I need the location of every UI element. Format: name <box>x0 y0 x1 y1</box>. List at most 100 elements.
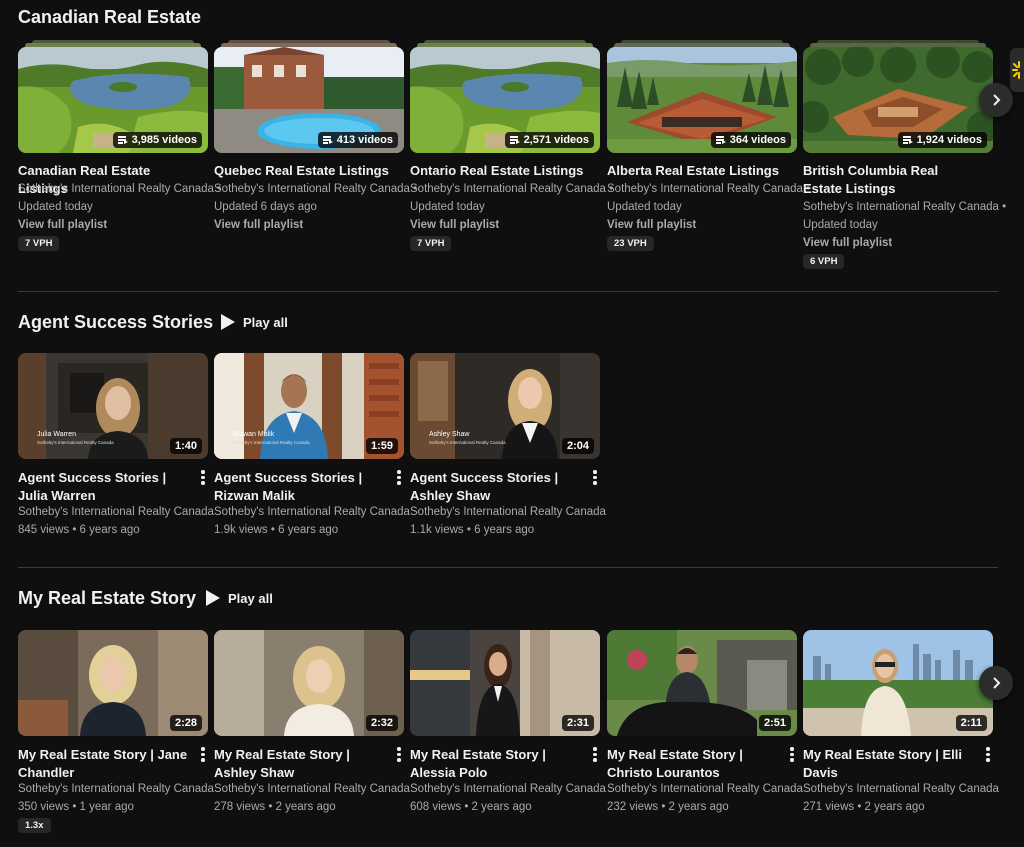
video-thumbnail[interactable]: 2:32 <box>214 630 404 736</box>
video-count-badge: 1,924 videos <box>897 132 987 148</box>
view-full-playlist-link[interactable]: View full playlist <box>18 216 107 234</box>
playlist-icon <box>902 136 913 144</box>
playlist-card[interactable]: 3,985 videos Canadian Real Estate Listin… <box>18 40 221 251</box>
channel-name[interactable]: Sotheby's International Realty Canada <box>18 503 214 521</box>
playlist-icon <box>322 136 333 144</box>
video-thumbnail[interactable]: 2:31 <box>410 630 600 736</box>
video-count-badge: 413 videos <box>317 132 398 148</box>
vph-badge: 1.3x <box>18 818 51 833</box>
view-full-playlist-link[interactable]: View full playlist <box>803 234 892 252</box>
view-full-playlist-link[interactable]: View full playlist <box>607 216 696 234</box>
playlist-icon <box>117 136 128 144</box>
playlist-card[interactable]: 364 videos Alberta Real Estate Listings … <box>607 40 810 251</box>
section-divider <box>18 567 998 568</box>
playlist-card[interactable]: 413 videos Quebec Real Estate Listings S… <box>214 40 417 231</box>
view-full-playlist-link[interactable]: View full playlist <box>410 216 499 234</box>
play-icon <box>206 590 220 606</box>
video-thumbnail[interactable]: 2:11 <box>803 630 993 736</box>
playlist-thumbnail[interactable]: 3,985 videos <box>18 47 208 153</box>
video-stats: 1.9k views • 6 years ago <box>214 524 339 536</box>
updated-text: Updated today <box>410 201 485 213</box>
view-full-playlist-link[interactable]: View full playlist <box>214 216 303 234</box>
video-title[interactable]: My Real Estate Story | Alessia Polo <box>410 746 586 782</box>
video-stats: 845 views • 6 years ago <box>18 524 140 536</box>
channel-name[interactable]: Sotheby's International Realty Canada <box>214 780 410 798</box>
name-overlay: Ashley Shaw Sotheby's International Real… <box>429 431 506 445</box>
duration-badge: 2:31 <box>561 715 594 731</box>
video-card[interactable]: Ashley Shaw Sotheby's International Real… <box>410 353 606 536</box>
video-title[interactable]: Agent Success Stories | Rizwan Malik <box>214 469 390 505</box>
channel-name[interactable]: Sotheby's International Realty Canada <box>607 780 803 798</box>
video-title[interactable]: Agent Success Stories | Ashley Shaw <box>410 469 586 505</box>
channel-name[interactable]: Sotheby's International Realty Canada • <box>410 180 613 198</box>
video-card[interactable]: Julia Warren Sotheby's International Rea… <box>18 353 214 536</box>
playlist-title[interactable]: British Columbia Real Estate Listings <box>803 162 979 198</box>
video-card[interactable]: Rizwan Malik Sotheby's International Rea… <box>214 353 410 536</box>
video-thumbnail[interactable]: Ashley Shaw Sotheby's International Real… <box>410 353 600 459</box>
more-vert-icon[interactable] <box>396 469 402 485</box>
video-stats: 232 views • 2 years ago <box>607 801 729 813</box>
channel-name[interactable]: Sotheby's International Realty Canada <box>803 780 999 798</box>
video-card[interactable]: 2:11 My Real Estate Story | Elli Davis S… <box>803 630 999 813</box>
video-card[interactable]: 2:32 My Real Estate Story | Ashley Shaw … <box>214 630 410 813</box>
video-stats: 271 views • 2 years ago <box>803 801 925 813</box>
updated-text: Updated 6 days ago <box>214 201 317 213</box>
playlist-thumbnail[interactable]: 364 videos <box>607 47 797 153</box>
video-card[interactable]: 2:31 My Real Estate Story | Alessia Polo… <box>410 630 606 813</box>
video-title[interactable]: My Real Estate Story | Christo Lourantos <box>607 746 783 782</box>
video-thumbnail[interactable]: Julia Warren Sotheby's International Rea… <box>18 353 208 459</box>
more-vert-icon[interactable] <box>200 469 206 485</box>
channel-name[interactable]: Sotheby's International Realty Canada • <box>18 180 221 198</box>
channel-name[interactable]: Sotheby's International Realty Canada • <box>607 180 810 198</box>
channel-name[interactable]: Sotheby's International Realty Canada <box>214 503 410 521</box>
play-all-label: Play all <box>243 314 288 330</box>
playlist-title[interactable]: Ontario Real Estate Listings <box>410 162 586 180</box>
channel-name[interactable]: Sotheby's International Realty Canada <box>410 503 606 521</box>
next-button[interactable] <box>979 83 1013 117</box>
more-vert-icon[interactable] <box>396 746 402 762</box>
more-vert-icon[interactable] <box>985 746 991 762</box>
playlist-title[interactable]: Quebec Real Estate Listings <box>214 162 390 180</box>
playlist-thumbnail[interactable]: 1,924 videos <box>803 47 993 153</box>
playlist-title[interactable]: Alberta Real Estate Listings <box>607 162 783 180</box>
channel-name[interactable]: Sotheby's International Realty Canada <box>18 780 214 798</box>
playlist-thumbnail[interactable]: 413 videos <box>214 47 404 153</box>
playlist-card[interactable]: 1,924 videos British Columbia Real Estat… <box>803 40 1006 269</box>
video-thumbnail[interactable]: Rizwan Malik Sotheby's International Rea… <box>214 353 404 459</box>
overlay-brand: Sotheby's International Realty Canada <box>37 439 114 445</box>
video-count: 2,571 videos <box>523 134 589 146</box>
playlist-card[interactable]: 2,571 videos Ontario Real Estate Listing… <box>410 40 613 251</box>
play-all-button[interactable]: Play all <box>206 590 273 606</box>
chevron-right-icon <box>993 677 1001 689</box>
overlay-name: Ashley Shaw <box>429 431 470 439</box>
section-title: Canadian Real Estate <box>18 7 202 27</box>
video-title[interactable]: Agent Success Stories | Julia Warren <box>18 469 194 505</box>
section-canadian-real-estate: Canadian Real Estate 3,985 videos Canadi… <box>0 0 1024 290</box>
video-stats: 608 views • 2 years ago <box>410 801 532 813</box>
video-stats: 350 views • 1 year ago <box>18 801 134 813</box>
vph-badge: 23 VPH <box>607 236 654 251</box>
next-button[interactable] <box>979 666 1013 700</box>
channel-name[interactable]: Sotheby's International Realty Canada • <box>214 180 417 198</box>
name-overlay: Rizwan Malik Sotheby's International Rea… <box>233 431 310 445</box>
video-title[interactable]: My Real Estate Story | Elli Davis <box>803 746 979 782</box>
more-vert-icon[interactable] <box>200 746 206 762</box>
more-vert-icon[interactable] <box>592 746 598 762</box>
vph-badge: 7 VPH <box>18 236 60 251</box>
channel-name[interactable]: Sotheby's International Realty Canada • <box>803 198 1006 216</box>
channel-name[interactable]: Sotheby's International Realty Canada <box>410 780 606 798</box>
vph-badge: 6 VPH <box>803 254 845 269</box>
updated-text: Updated today <box>803 219 878 231</box>
chevron-right-icon <box>993 94 1001 106</box>
more-vert-icon[interactable] <box>592 469 598 485</box>
play-all-button[interactable]: Play all <box>221 314 288 330</box>
video-card[interactable]: 2:51 My Real Estate Story | Christo Lour… <box>607 630 803 813</box>
video-thumbnail[interactable]: 2:51 <box>607 630 797 736</box>
duration-badge: 2:04 <box>561 438 594 454</box>
playlist-thumbnail[interactable]: 2,571 videos <box>410 47 600 153</box>
video-card[interactable]: 2:28 My Real Estate Story | Jane Chandle… <box>18 630 214 833</box>
video-thumbnail[interactable]: 2:28 <box>18 630 208 736</box>
video-title[interactable]: My Real Estate Story | Jane Chandler <box>18 746 194 782</box>
more-vert-icon[interactable] <box>789 746 795 762</box>
video-title[interactable]: My Real Estate Story | Ashley Shaw <box>214 746 390 782</box>
